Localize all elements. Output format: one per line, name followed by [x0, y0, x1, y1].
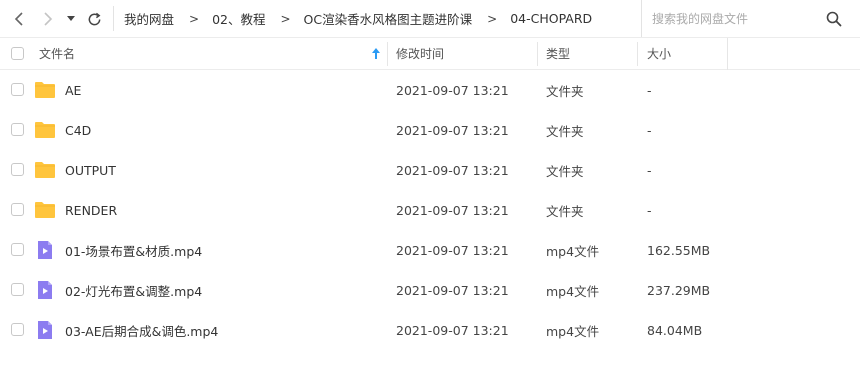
search-icon[interactable] — [825, 10, 843, 28]
file-modified: 2021-09-07 13:21 — [396, 162, 509, 178]
chevron-left-icon[interactable] — [9, 9, 29, 29]
divider — [113, 6, 114, 31]
table-row[interactable]: RENDER 2021-09-07 13:21 文件夹 - — [0, 190, 860, 230]
column-header-modified-label: 修改时间 — [396, 47, 445, 61]
column-header-type-label: 类型 — [546, 47, 571, 61]
file-name[interactable]: 01-场景布置&材质.mp4 — [65, 230, 202, 270]
search-box — [641, 0, 860, 37]
folder-icon — [34, 120, 56, 140]
column-header-name[interactable]: 文件名 — [39, 38, 384, 69]
select-all-cell — [11, 38, 24, 69]
file-name[interactable]: AE — [65, 70, 81, 110]
column-divider[interactable] — [727, 38, 728, 70]
file-name[interactable]: RENDER — [65, 190, 117, 230]
select-all-checkbox[interactable] — [11, 47, 24, 60]
table-row[interactable]: 03-AE后期合成&调色.mp4 2021-09-07 13:21 mp4文件 … — [0, 310, 860, 350]
file-type: mp4文件 — [546, 243, 600, 259]
breadcrumb-separator: > — [280, 11, 291, 26]
file-type: mp4文件 — [546, 283, 600, 299]
sort-arrow-up-icon[interactable] — [371, 47, 381, 60]
file-name[interactable]: C4D — [65, 110, 91, 150]
row-checkbox[interactable] — [11, 123, 24, 136]
chevron-right-icon[interactable] — [38, 9, 58, 29]
file-modified: 2021-09-07 13:21 — [396, 82, 509, 98]
table-row[interactable]: 01-场景布置&材质.mp4 2021-09-07 13:21 mp4文件 16… — [0, 230, 860, 270]
file-modified: 2021-09-07 13:21 — [396, 242, 509, 258]
breadcrumb: 我的网盘 > 02、教程 > OC渲染香水风格图主题进阶课 > 04-CHOPA… — [124, 0, 592, 37]
file-name[interactable]: OUTPUT — [65, 150, 116, 190]
row-checkbox[interactable] — [11, 243, 24, 256]
table-row[interactable]: 02-灯光布置&调整.mp4 2021-09-07 13:21 mp4文件 23… — [0, 270, 860, 310]
file-size: - — [647, 162, 652, 178]
refresh-icon[interactable] — [84, 9, 104, 29]
table-row[interactable]: AE 2021-09-07 13:21 文件夹 - — [0, 70, 860, 110]
row-checkbox[interactable] — [11, 83, 24, 96]
file-type: 文件夹 — [546, 123, 584, 139]
file-size: - — [647, 82, 652, 98]
search-input[interactable] — [652, 9, 822, 29]
column-divider[interactable] — [537, 42, 538, 66]
row-checkbox[interactable] — [11, 323, 24, 336]
table-row[interactable]: OUTPUT 2021-09-07 13:21 文件夹 - — [0, 150, 860, 190]
file-size: 162.55MB — [647, 242, 711, 258]
video-file-icon — [34, 240, 56, 260]
breadcrumb-item-course[interactable]: OC渲染香水风格图主题进阶课 — [304, 9, 473, 28]
video-file-icon — [34, 320, 56, 340]
row-checkbox[interactable] — [11, 283, 24, 296]
file-type: 文件夹 — [546, 163, 584, 179]
table-row[interactable]: C4D 2021-09-07 13:21 文件夹 - — [0, 110, 860, 150]
breadcrumb-item-my-drive[interactable]: 我的网盘 — [124, 9, 174, 28]
file-name[interactable]: 03-AE后期合成&调色.mp4 — [65, 310, 218, 350]
column-header-name-label: 文件名 — [39, 47, 76, 61]
row-checkbox[interactable] — [11, 203, 24, 216]
file-type: mp4文件 — [546, 323, 600, 339]
column-header-modified[interactable]: 修改时间 — [396, 38, 444, 69]
file-modified: 2021-09-07 13:21 — [396, 282, 509, 298]
file-modified: 2021-09-07 13:21 — [396, 122, 509, 138]
caret-down-icon[interactable] — [64, 9, 78, 29]
column-header-size-label: 大小 — [647, 47, 672, 61]
file-size: 237.29MB — [647, 282, 711, 298]
column-header-type[interactable]: 类型 — [546, 38, 570, 69]
table-header: 文件名 修改时间 类型 大小 — [0, 37, 860, 70]
file-type: 文件夹 — [546, 203, 584, 219]
file-size: - — [647, 122, 652, 138]
column-divider[interactable] — [387, 42, 388, 66]
video-file-icon — [34, 280, 56, 300]
top-bar: 我的网盘 > 02、教程 > OC渲染香水风格图主题进阶课 > 04-CHOPA… — [0, 0, 860, 37]
column-divider[interactable] — [637, 42, 638, 66]
file-type: 文件夹 — [546, 83, 584, 99]
file-modified: 2021-09-07 13:21 — [396, 202, 509, 218]
column-header-size[interactable]: 大小 — [647, 38, 671, 69]
breadcrumb-item-current[interactable]: 04-CHOPARD — [510, 11, 592, 26]
file-modified: 2021-09-07 13:21 — [396, 322, 509, 338]
file-name[interactable]: 02-灯光布置&调整.mp4 — [65, 270, 202, 310]
folder-icon — [34, 160, 56, 180]
folder-icon — [34, 200, 56, 220]
row-checkbox[interactable] — [11, 163, 24, 176]
breadcrumb-separator: > — [189, 11, 200, 26]
file-size: - — [647, 202, 652, 218]
folder-icon — [34, 80, 56, 100]
file-size: 84.04MB — [647, 322, 703, 338]
breadcrumb-separator: > — [487, 11, 498, 26]
breadcrumb-item-tutorials[interactable]: 02、教程 — [212, 9, 265, 28]
